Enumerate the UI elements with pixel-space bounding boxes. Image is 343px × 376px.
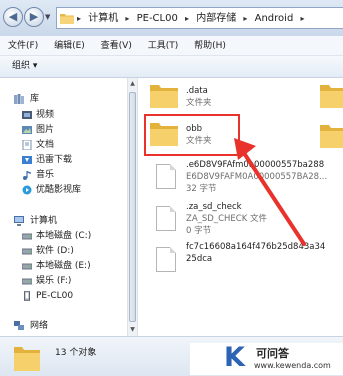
nav-libraries-label: 库 [30, 94, 40, 104]
navigation-pane: 库 视频 图片 文档 迅雷下载 音乐 优酷影视库 计算机 本地磁盘 (C:) 软… [0, 78, 128, 336]
nav-label: 本地磁盘 (E:) [36, 261, 91, 271]
nav-label: 迅雷下载 [36, 155, 73, 165]
file-name: .data [186, 86, 208, 96]
watermark: K 可问答 www.kewenda.com [190, 343, 343, 375]
breadcrumb-separator[interactable]: ▸ [185, 12, 189, 25]
file-size: 0 字节 [186, 226, 212, 236]
youku-icon [22, 185, 32, 195]
menu-bar: 文件(F) 编辑(E) 查看(V) 工具(T) 帮助(H) [0, 36, 343, 56]
highlight-box [144, 114, 240, 156]
file-icon [156, 206, 176, 231]
watermark-logo: K [224, 342, 245, 373]
watermark-url: www.kewenda.com [254, 361, 331, 370]
annotation-arrow-icon [234, 138, 306, 246]
command-bar: 组织 ▾ [0, 56, 343, 78]
list-item[interactable]: .data 文件夹 [150, 80, 270, 114]
organize-button[interactable]: 组织 ▾ [12, 60, 37, 73]
scroll-thumb[interactable] [129, 92, 136, 322]
address-bar: ◀ ▶ ▼ ▸ 计算机 ▸ PE-CL00 ▸ 内部存储 ▸ Android ▸ [0, 0, 343, 36]
breadcrumb-computer[interactable]: 计算机 [88, 12, 118, 25]
download-icon [22, 156, 32, 164]
file-size: 32 字节 [186, 184, 217, 194]
nav-label: 视频 [36, 110, 55, 120]
nav-computer-label: 计算机 [30, 216, 58, 226]
picture-icon [22, 126, 32, 134]
folder-icon [60, 14, 74, 24]
phone-device-icon [24, 291, 30, 301]
nav-label: PE-CL00 [36, 291, 74, 301]
scroll-up-icon[interactable]: ▲ [128, 78, 137, 90]
back-arrow-icon: ◀ [8, 10, 18, 23]
nav-label: 娱乐 (F:) [36, 276, 72, 286]
breadcrumb-separator[interactable]: ▸ [125, 12, 129, 25]
breadcrumb-android[interactable]: Android [255, 12, 294, 25]
recent-pages-dropdown[interactable]: ▼ [45, 13, 50, 21]
breadcrumb-separator[interactable]: ▸ [243, 12, 247, 25]
library-icon [14, 94, 24, 104]
computer-icon [14, 216, 24, 226]
file-type: 文件夹 [186, 98, 212, 108]
watermark-title: 可问答 [256, 347, 289, 360]
folder-icon [14, 347, 40, 371]
menu-tools[interactable]: 工具(T) [140, 36, 184, 52]
drive-icon [22, 263, 32, 270]
file-name-continued: 25dca [186, 254, 213, 264]
nav-label: 图片 [36, 125, 55, 135]
music-icon [23, 171, 31, 180]
forward-arrow-icon: ▶ [29, 10, 39, 23]
item-count: 13 个对象 [55, 348, 97, 358]
drive-icon [22, 233, 32, 240]
menu-view[interactable]: 查看(V) [93, 36, 137, 52]
nav-label: 软件 (D:) [36, 246, 74, 256]
file-list: .data 文件夹 obb 文件夹 .e6D8V9FAfm0a00000557b… [138, 78, 343, 336]
nav-label: 文档 [36, 140, 55, 150]
breadcrumb-separator: ▸ [77, 14, 82, 23]
nav-network-label: 网络 [30, 321, 49, 331]
video-icon [22, 111, 32, 119]
nav-scrollbar[interactable]: ▲ ▼ [127, 78, 138, 336]
menu-help[interactable]: 帮助(H) [186, 36, 231, 52]
drive-icon [22, 278, 32, 285]
nav-label: 音乐 [36, 170, 55, 180]
scroll-down-icon[interactable]: ▼ [128, 324, 137, 336]
breadcrumb-internal-storage[interactable]: 内部存储 [196, 12, 236, 25]
nav-label: 优酷影视库 [36, 185, 82, 195]
folder-icon[interactable] [320, 82, 343, 108]
folder-icon[interactable] [320, 122, 343, 148]
path-box[interactable]: ▸ 计算机 ▸ PE-CL00 ▸ 内部存储 ▸ Android ▸ [56, 7, 343, 29]
folder-icon [150, 85, 178, 108]
breadcrumb-device[interactable]: PE-CL00 [137, 12, 178, 25]
back-button[interactable]: ◀ [3, 7, 23, 27]
file-icon [156, 247, 176, 272]
breadcrumb: ▸ 计算机 ▸ PE-CL00 ▸ 内部存储 ▸ Android ▸ [77, 12, 309, 25]
drive-icon [22, 248, 32, 255]
breadcrumb-separator[interactable]: ▸ [300, 12, 304, 25]
nav-label: 本地磁盘 (C:) [36, 231, 92, 241]
menu-edit[interactable]: 编辑(E) [46, 36, 90, 52]
file-icon [156, 164, 176, 189]
document-icon [22, 140, 32, 150]
forward-button[interactable]: ▶ [24, 7, 44, 27]
menu-file[interactable]: 文件(F) [0, 36, 43, 52]
network-icon [14, 321, 24, 330]
